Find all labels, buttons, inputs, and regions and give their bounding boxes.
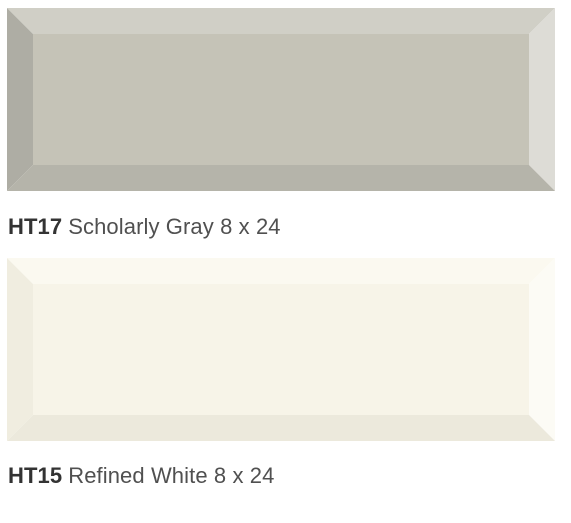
product-name: Refined White 8 x 24	[68, 463, 275, 488]
tile-swatch-ht15[interactable]	[7, 258, 555, 441]
tile-image-ht17	[7, 8, 555, 191]
product-code: HT15	[8, 463, 63, 488]
bevel-right	[529, 8, 555, 191]
tile-caption-ht17: HT17 Scholarly Gray 8 x 24	[8, 214, 281, 240]
bevel-bottom	[7, 165, 555, 191]
tile-image-ht15	[7, 258, 555, 441]
product-name: Scholarly Gray 8 x 24	[68, 214, 281, 239]
product-code: HT17	[8, 214, 63, 239]
bevel-top	[7, 8, 555, 34]
tile-caption-ht15: HT15 Refined White 8 x 24	[8, 463, 274, 489]
bevel-bottom	[7, 415, 555, 441]
tile-face	[33, 284, 529, 415]
tile-face	[33, 34, 529, 165]
bevel-left	[7, 8, 33, 191]
tile-swatch-ht17[interactable]	[7, 8, 555, 191]
bevel-left	[7, 258, 33, 441]
bevel-top	[7, 258, 555, 284]
bevel-right	[529, 258, 555, 441]
